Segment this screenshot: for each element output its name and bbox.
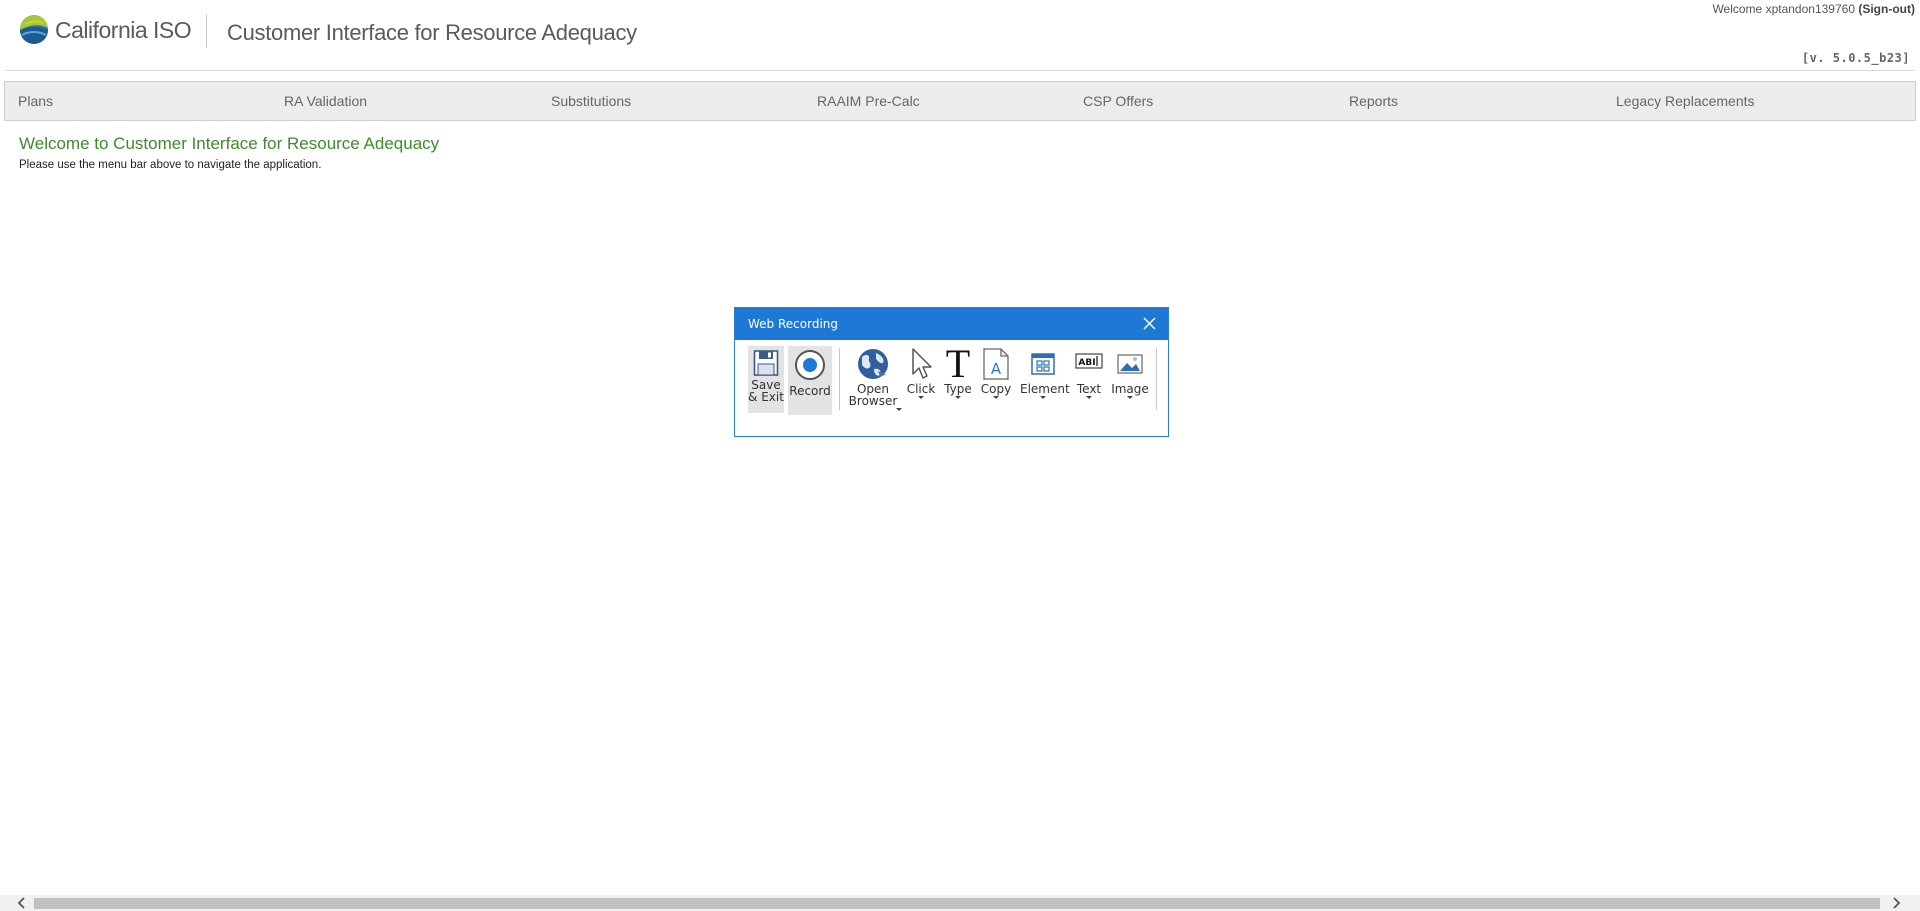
text-field-icon: ABI <box>1075 353 1103 369</box>
element-button[interactable]: Element <box>1020 347 1070 417</box>
text-label: Text <box>1076 382 1102 396</box>
nav-item-reports[interactable]: Reports <box>1349 82 1398 120</box>
click-button[interactable]: Click <box>905 347 937 417</box>
element-label: Element <box>1020 382 1070 396</box>
record-label: Record <box>789 384 831 398</box>
text-button[interactable]: ABI Text <box>1073 347 1105 417</box>
horizontal-scrollbar[interactable] <box>0 895 1920 911</box>
type-text-icon: T <box>946 345 970 381</box>
copy-button[interactable]: A Copy <box>979 347 1013 417</box>
page-title: Welcome to Customer Interface for Resour… <box>19 134 440 153</box>
chevron-down-icon <box>918 396 924 399</box>
svg-text:A: A <box>991 360 1002 378</box>
nav-item-plans[interactable]: Plans <box>18 82 53 120</box>
main-menu-bar: Plans RA Validation Substitutions RAAIM … <box>4 81 1916 121</box>
caiso-logo[interactable]: California ISO <box>19 15 192 45</box>
app-title: Customer Interface for Resource Adequacy <box>227 20 637 45</box>
browser-label: Browser <box>848 394 898 408</box>
nav-item-csp-offers[interactable]: CSP Offers <box>1083 82 1153 120</box>
web-recording-dialog: Web Recording Save & Exit Record Open Br… <box>734 307 1169 437</box>
click-label: Click <box>906 382 936 396</box>
scrollbar-thumb[interactable] <box>34 898 1880 909</box>
copy-label: Copy <box>980 382 1012 396</box>
version-label: [v. 5.0.5_b23] <box>1801 51 1910 65</box>
close-icon[interactable] <box>1141 315 1158 332</box>
chevron-down-icon <box>1040 396 1046 399</box>
svg-text:ABI: ABI <box>1078 358 1095 368</box>
nav-item-legacy-replacements[interactable]: Legacy Replacements <box>1616 82 1755 120</box>
save-exit-button[interactable]: Save & Exit <box>748 346 784 413</box>
username: xptandon139760 <box>1765 2 1855 16</box>
globe-logo-icon <box>19 15 48 44</box>
image-button[interactable]: Image <box>1109 347 1151 417</box>
open-browser-button[interactable]: Open Browser <box>847 347 902 417</box>
browser-globe-icon <box>858 349 888 379</box>
svg-text:T: T <box>946 345 970 381</box>
signout-link[interactable]: (Sign-out) <box>1858 2 1915 16</box>
header-divider-line <box>5 70 1915 71</box>
chevron-down-icon <box>993 396 999 399</box>
header: California ISO Customer Interface for Re… <box>0 0 1920 70</box>
copy-document-icon: A <box>983 348 1009 380</box>
scroll-right-arrow-icon[interactable] <box>1888 897 1904 909</box>
chevron-down-icon <box>955 396 961 399</box>
save-disk-icon <box>753 350 779 376</box>
image-picture-icon <box>1117 354 1143 374</box>
nav-item-ra-validation[interactable]: RA Validation <box>284 82 367 120</box>
header-divider <box>206 14 207 48</box>
chevron-down-icon <box>896 408 902 411</box>
record-button[interactable]: Record <box>788 346 832 415</box>
toolbar-separator <box>1156 348 1157 410</box>
chevron-down-icon <box>1086 396 1092 399</box>
image-label: Image <box>1111 382 1149 396</box>
element-grid-icon <box>1031 353 1055 375</box>
chevron-down-icon <box>1127 396 1133 399</box>
welcome-user: Welcome xptandon139760 (Sign-out) <box>1712 2 1915 16</box>
dialog-titlebar[interactable]: Web Recording <box>735 308 1168 340</box>
recording-toolbar: Save & Exit Record Open Browser Click T … <box>735 340 1168 436</box>
type-label: Type <box>944 382 972 396</box>
toolbar-separator <box>839 348 840 410</box>
dialog-title: Web Recording <box>748 317 838 331</box>
welcome-prefix: Welcome <box>1712 2 1763 16</box>
scroll-left-arrow-icon[interactable] <box>14 897 30 909</box>
page-instructions: Please use the menu bar above to navigat… <box>19 159 322 171</box>
logo-text: California ISO <box>55 16 192 43</box>
type-button[interactable]: T Type <box>943 345 973 417</box>
nav-item-substitutions[interactable]: Substitutions <box>551 82 631 120</box>
page: California ISO Customer Interface for Re… <box>0 0 1920 911</box>
cursor-pointer-icon <box>912 348 932 379</box>
exit-label: & Exit <box>748 390 784 404</box>
nav-item-raaim-pre-calc[interactable]: RAAIM Pre-Calc <box>817 82 920 120</box>
record-icon <box>795 350 825 380</box>
